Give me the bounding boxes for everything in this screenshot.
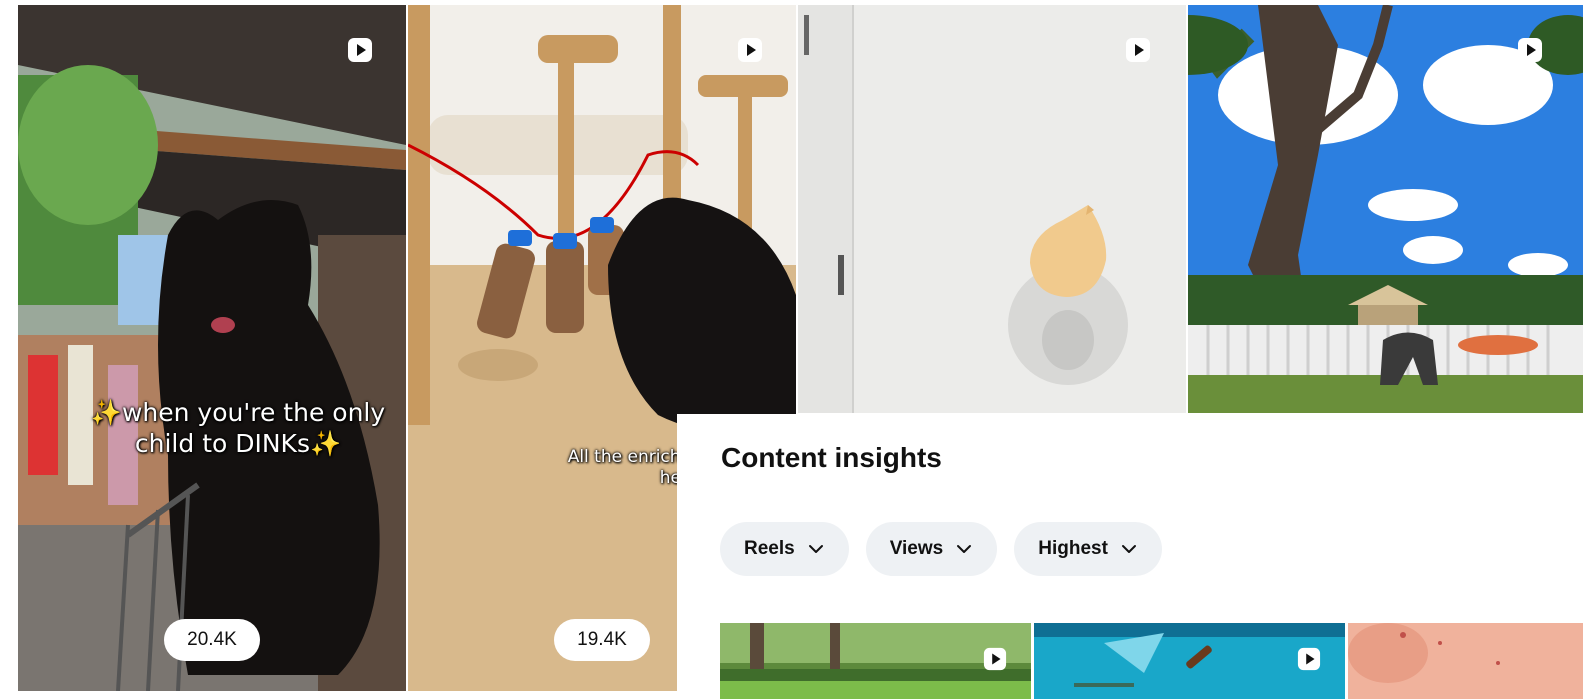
reel-thumbnail-balloon bbox=[798, 5, 1186, 413]
metric-label: Views bbox=[889, 538, 944, 559]
content-type-label: Reels bbox=[744, 538, 795, 559]
sort-order-dropdown[interactable]: Highest bbox=[1014, 522, 1162, 576]
reel-play-icon bbox=[1125, 37, 1151, 63]
content-insights-title: Content insights bbox=[721, 442, 942, 473]
metric-dropdown[interactable]: Views bbox=[865, 522, 998, 576]
views-count-badge: 20.4K bbox=[164, 619, 260, 661]
reel-thumbnail-dog-balcony bbox=[18, 5, 406, 691]
reel-play-icon bbox=[347, 37, 373, 63]
reel-play-icon bbox=[737, 37, 763, 63]
chevron-down-icon bbox=[1120, 540, 1138, 558]
reel-thumbnail-park bbox=[1188, 5, 1583, 413]
insights-reel-thumb-1[interactable] bbox=[720, 623, 1031, 699]
views-count-badge: 19.4K bbox=[554, 619, 650, 661]
insights-filter-bar: Reels Views Highest bbox=[720, 522, 1162, 576]
reel-tile-3[interactable] bbox=[798, 5, 1186, 413]
reel-caption-line-1: ✨when you're the only bbox=[90, 398, 386, 427]
content-insights-panel: Content insights Reels Views Highest bbox=[677, 414, 1583, 699]
insights-reel-thumb-3[interactable] bbox=[1348, 623, 1583, 699]
sort-order-label: Highest bbox=[1038, 538, 1108, 559]
reel-caption: ✨when you're the only child to DINKs✨ bbox=[88, 397, 388, 460]
reel-tile-1[interactable]: ✨when you're the only child to DINKs✨ 20… bbox=[18, 5, 406, 691]
reel-play-icon bbox=[1297, 647, 1321, 671]
reel-thumbnail-closeup bbox=[1348, 623, 1583, 699]
chevron-down-icon bbox=[955, 540, 973, 558]
insights-reel-thumb-2[interactable] bbox=[1034, 623, 1345, 699]
insights-reel-grid bbox=[720, 623, 1583, 699]
reel-play-icon bbox=[983, 647, 1007, 671]
content-type-dropdown[interactable]: Reels bbox=[720, 522, 849, 576]
reel-caption-line-2: child to DINKs✨ bbox=[134, 429, 342, 459]
reel-tile-4[interactable] bbox=[1188, 5, 1583, 413]
reel-play-icon bbox=[1517, 37, 1543, 63]
chevron-down-icon bbox=[807, 540, 825, 558]
